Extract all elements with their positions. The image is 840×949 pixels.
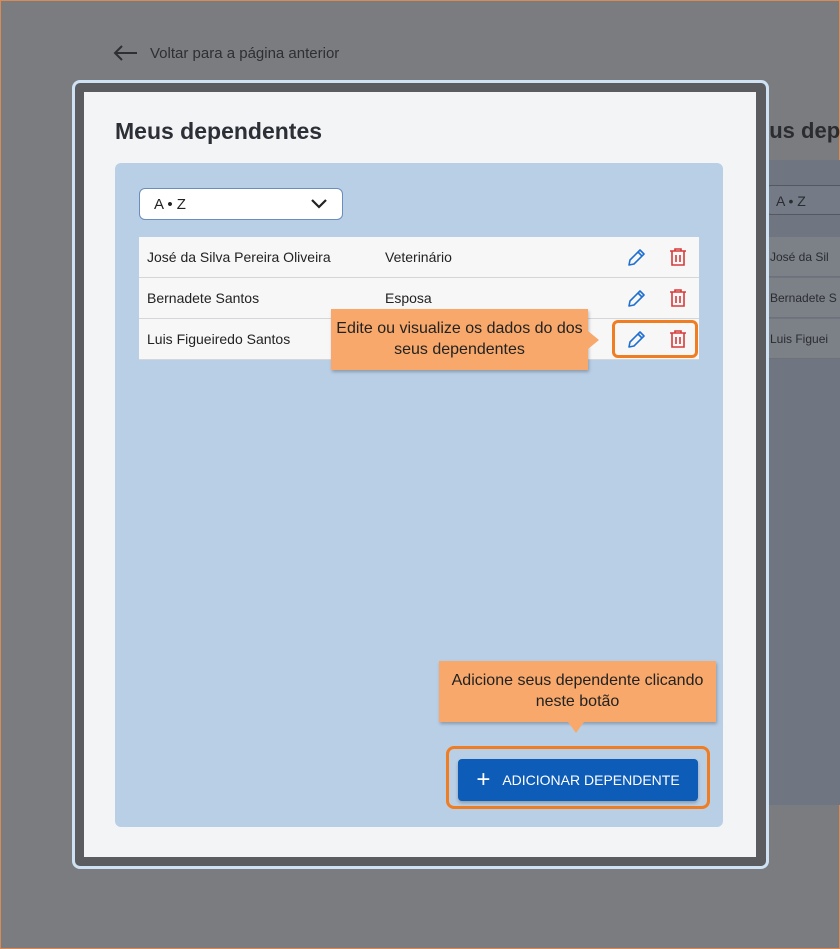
background-row: Luis Figuei bbox=[765, 319, 840, 359]
actions-highlight bbox=[612, 320, 698, 358]
sort-select-value: A • Z bbox=[154, 195, 186, 213]
back-link[interactable]: Voltar para a página anterior bbox=[112, 44, 339, 62]
sort-select[interactable]: A • Z bbox=[139, 188, 343, 220]
pencil-icon[interactable] bbox=[625, 288, 647, 310]
pencil-icon[interactable] bbox=[625, 247, 647, 269]
dependent-name: José da Silva Pereira Oliveira bbox=[147, 249, 331, 265]
actions-tooltip: Edite ou visualize os dados do dos seus … bbox=[331, 309, 588, 370]
add-dependent-label: ADICIONAR DEPENDENTE bbox=[502, 772, 680, 788]
add-dependent-button[interactable]: + ADICIONAR DEPENDENTE bbox=[458, 759, 698, 801]
actions-tooltip-arrow bbox=[588, 331, 599, 349]
add-tooltip-arrow bbox=[568, 722, 584, 733]
table-row: José da Silva Pereira Oliveira Veterinár… bbox=[139, 237, 699, 278]
trash-icon[interactable] bbox=[667, 287, 689, 309]
dependent-relation: Veterinário bbox=[385, 249, 452, 265]
plus-icon: + bbox=[476, 766, 491, 793]
back-link-label: Voltar para a página anterior bbox=[150, 44, 340, 62]
trash-icon[interactable] bbox=[667, 246, 689, 268]
background-row: Bernadete S bbox=[765, 278, 840, 318]
dependent-relation: Esposa bbox=[385, 290, 432, 306]
add-tooltip: Adicione seus dependente clicando neste … bbox=[439, 661, 716, 722]
page-title: Meus dependentes bbox=[115, 118, 323, 144]
background-sort-select: A • Z bbox=[765, 185, 840, 215]
dependent-name: Luis Figueiredo Santos bbox=[147, 331, 291, 347]
arrow-left-icon bbox=[113, 45, 137, 61]
chevron-down-icon bbox=[311, 199, 327, 209]
background-title: eus dep bbox=[757, 118, 840, 143]
background-row: José da Sil bbox=[765, 237, 840, 277]
dependent-name: Bernadete Santos bbox=[147, 290, 260, 306]
